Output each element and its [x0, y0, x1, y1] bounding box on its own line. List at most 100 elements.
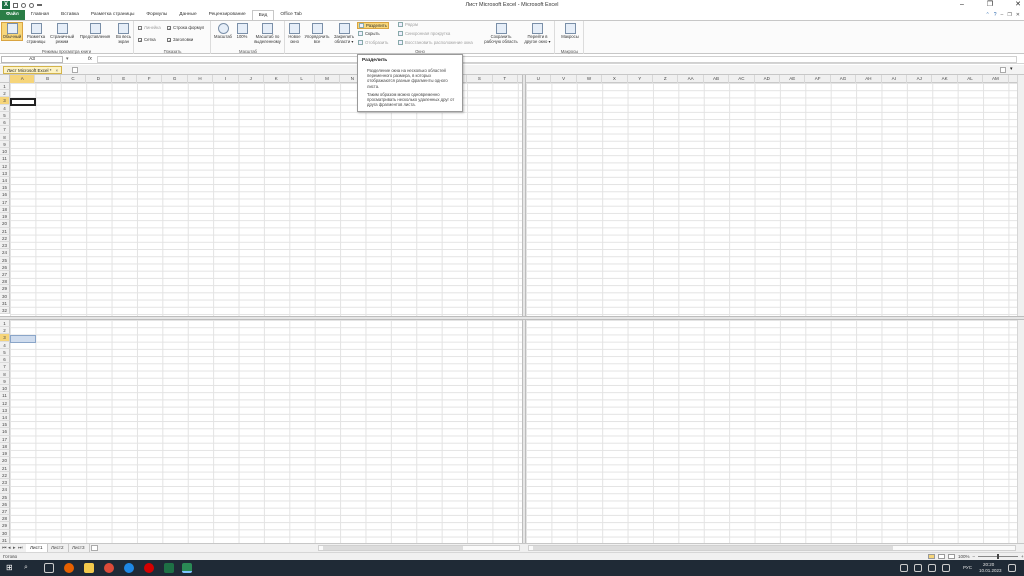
- last-sheet-icon[interactable]: ⏭: [18, 545, 23, 551]
- tab-page-layout[interactable]: Разметка страницы: [85, 10, 141, 20]
- page-break-button[interactable]: Страничный режим: [49, 23, 75, 44]
- row-header[interactable]: 5: [0, 348, 10, 357]
- formula-input[interactable]: [97, 56, 1017, 63]
- formula-bar-checkbox[interactable]: ✓ Строка формул: [167, 25, 204, 30]
- page-layout-button[interactable]: Разметка страницы: [25, 23, 47, 44]
- row-header[interactable]: 30: [0, 292, 10, 300]
- language-indicator[interactable]: РУС: [963, 565, 972, 570]
- row-header[interactable]: 7: [0, 363, 10, 371]
- tab-menu-icon[interactable]: [1000, 67, 1006, 73]
- row-header[interactable]: 13: [0, 169, 10, 177]
- row-header[interactable]: 17: [0, 435, 10, 443]
- column-header[interactable]: B: [35, 75, 61, 83]
- row-header[interactable]: 9: [0, 377, 10, 386]
- row-header[interactable]: 3: [0, 97, 10, 105]
- row-header[interactable]: 32: [0, 307, 10, 315]
- sheet-tab-2[interactable]: Лист2: [47, 544, 69, 552]
- row-header[interactable]: 11: [0, 392, 10, 400]
- column-header[interactable]: D: [86, 75, 112, 83]
- full-screen-button[interactable]: Во весь экран: [114, 23, 133, 44]
- row-header[interactable]: 7: [0, 126, 10, 134]
- zoom-level[interactable]: 100%: [958, 554, 970, 559]
- custom-views-button[interactable]: Представления: [78, 23, 112, 40]
- column-header[interactable]: AD: [755, 75, 780, 83]
- normal-view-status-icon[interactable]: [928, 554, 935, 559]
- cell-grid[interactable]: [526, 83, 1017, 316]
- scroll-thumb[interactable]: [323, 546, 463, 550]
- close-tab-icon[interactable]: ×: [56, 68, 59, 73]
- row-header[interactable]: 9: [0, 140, 10, 149]
- opera-icon[interactable]: [144, 563, 154, 573]
- side-by-side-button[interactable]: Рядом: [398, 22, 418, 27]
- column-header[interactable]: G: [162, 75, 188, 83]
- reset-position-button[interactable]: Восстановить расположение окна: [398, 40, 473, 45]
- row-header[interactable]: 5: [0, 111, 10, 120]
- new-window-button[interactable]: Новое окно: [287, 23, 302, 44]
- row-header[interactable]: 12: [0, 399, 10, 407]
- search-icon[interactable]: ⌕: [24, 563, 34, 573]
- split-button[interactable]: Разделить: [357, 22, 389, 29]
- clock-time[interactable]: 20:20: [983, 562, 994, 567]
- row-header[interactable]: 26: [0, 263, 10, 271]
- row-header[interactable]: 4: [0, 104, 10, 112]
- column-header[interactable]: AH: [856, 75, 882, 83]
- row-header[interactable]: 14: [0, 413, 10, 422]
- clock-date[interactable]: 10.01.2023: [979, 568, 1002, 573]
- row-header[interactable]: 28: [0, 278, 10, 286]
- vertical-scrollbar-top[interactable]: [1017, 75, 1024, 316]
- column-header[interactable]: AG: [831, 75, 857, 83]
- save-workspace-button[interactable]: Сохранить рабочую область: [484, 23, 518, 44]
- excel-taskbar-icon[interactable]: [164, 563, 174, 573]
- notifications-icon[interactable]: [1008, 564, 1016, 572]
- column-header[interactable]: E: [112, 75, 137, 83]
- column-header[interactable]: T: [493, 75, 518, 83]
- row-header[interactable]: 10: [0, 385, 10, 393]
- tray-icon[interactable]: [900, 564, 908, 572]
- collapse-ribbon-icon[interactable]: ⌃: [986, 12, 990, 18]
- column-header[interactable]: AE: [780, 75, 806, 83]
- row-header[interactable]: 18: [0, 205, 10, 214]
- gridlines-checkbox[interactable]: ✓ Сетка: [138, 37, 156, 42]
- doc-tab-workbook[interactable]: Лист Microsoft Excel * ×: [3, 66, 63, 74]
- column-header[interactable]: W: [577, 75, 603, 83]
- row-header[interactable]: 19: [0, 450, 10, 458]
- row-header[interactable]: 15: [0, 421, 10, 429]
- column-header[interactable]: S: [467, 75, 493, 83]
- row-header[interactable]: 12: [0, 162, 10, 170]
- tab-review[interactable]: Рецензирование: [203, 10, 252, 20]
- row-header[interactable]: 6: [0, 119, 10, 127]
- tab-home[interactable]: Главная: [25, 10, 55, 20]
- name-box[interactable]: A3: [1, 56, 63, 63]
- tab-view[interactable]: Вид: [251, 10, 275, 20]
- column-header[interactable]: V: [551, 75, 577, 83]
- row-header[interactable]: 16: [0, 191, 10, 199]
- prev-sheet-icon[interactable]: ◂: [8, 545, 11, 551]
- sync-scroll-button[interactable]: Синхронная прокрутка: [398, 31, 450, 36]
- column-header[interactable]: Z: [653, 75, 679, 83]
- row-header[interactable]: 24: [0, 249, 10, 257]
- row-header[interactable]: 6: [0, 356, 10, 364]
- row-header[interactable]: 20: [0, 220, 10, 228]
- column-header[interactable]: AC: [729, 75, 755, 83]
- horizontal-scrollbar-left[interactable]: [318, 545, 520, 551]
- row-header[interactable]: 21: [0, 464, 10, 472]
- row-header[interactable]: 3: [0, 334, 10, 342]
- tab-insert[interactable]: Вставка: [55, 10, 85, 20]
- horizontal-scrollbar-right[interactable]: [528, 545, 1016, 551]
- row-header[interactable]: 11: [0, 155, 10, 163]
- new-tab-icon[interactable]: [72, 67, 78, 73]
- column-header[interactable]: H: [188, 75, 214, 83]
- row-header[interactable]: 1: [0, 320, 10, 328]
- tab-office-tab[interactable]: Office Tab: [274, 10, 307, 20]
- row-header[interactable]: 30: [0, 529, 10, 537]
- cell-grid[interactable]: [10, 320, 522, 543]
- row-header[interactable]: 25: [0, 256, 10, 264]
- minimize-icon[interactable]: –: [958, 1, 966, 9]
- row-header[interactable]: 1: [0, 83, 10, 91]
- row-header[interactable]: 10: [0, 148, 10, 156]
- row-header[interactable]: 14: [0, 176, 10, 185]
- column-header[interactable]: C: [61, 75, 87, 83]
- row-header[interactable]: 18: [0, 442, 10, 451]
- scroll-thumb[interactable]: [533, 546, 893, 550]
- row-header[interactable]: 17: [0, 198, 10, 206]
